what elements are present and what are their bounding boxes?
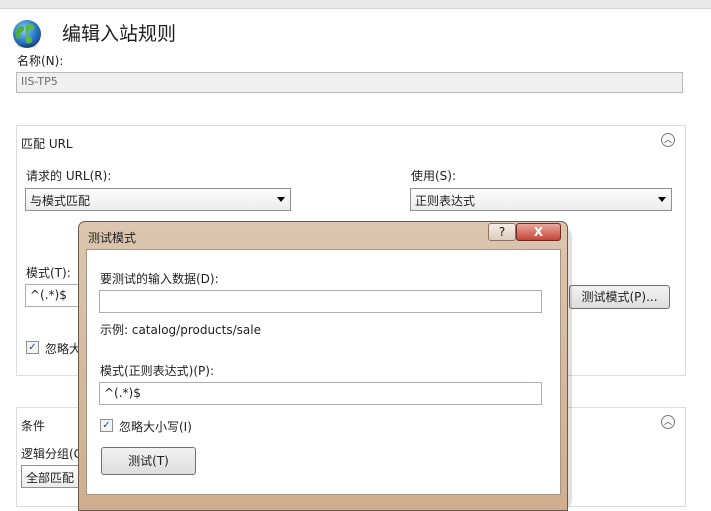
test-input-field[interactable] [99, 290, 542, 313]
collapse-conditions-icon[interactable]: ︿ [661, 415, 675, 429]
logical-group-label: 逻辑分组(G [21, 447, 83, 461]
test-input-label: 要测试的输入数据(D): [100, 272, 219, 286]
globe-icon [12, 19, 42, 49]
dropdown-arrow-icon [277, 197, 285, 202]
collapse-match-url-icon[interactable]: ︿ [661, 133, 675, 147]
help-button[interactable]: ? [488, 223, 516, 241]
dialog-pattern-label: 模式(正则表达式)(P): [100, 364, 215, 378]
dialog-pattern-input[interactable]: ^(.*)$ [99, 382, 542, 405]
using-select[interactable]: 正则表达式 [410, 188, 672, 211]
requested-url-label: 请求的 URL(R): [26, 169, 112, 183]
page-title: 编辑入站规则 [62, 23, 177, 45]
requested-url-select[interactable]: 与模式匹配 [25, 188, 291, 211]
dropdown-arrow-icon [658, 197, 666, 202]
name-label: 名称(N): [17, 54, 64, 68]
example-text: 示例: catalog/products/sale [100, 323, 261, 337]
test-button[interactable]: 测试(T) [101, 447, 196, 475]
window-top-strip [0, 0, 711, 9]
test-pattern-button[interactable]: 测试模式(P)... [569, 285, 670, 309]
dialog-title: 测试模式 [88, 231, 137, 245]
logical-group-value: 全部匹配 [26, 471, 75, 485]
dialog-ignore-case-checkbox[interactable]: ✓ [100, 419, 113, 432]
close-button[interactable]: X [516, 223, 561, 241]
pattern-input[interactable]: ^(.*)$ [25, 284, 85, 307]
requested-url-value: 与模式匹配 [30, 194, 91, 208]
using-value: 正则表达式 [415, 194, 476, 208]
ignore-case-checkbox-behind[interactable]: ✓ [26, 341, 39, 354]
name-field[interactable]: IIS-TP5 [16, 72, 683, 93]
match-url-title: 匹配 URL [21, 137, 73, 151]
using-label: 使用(S): [411, 169, 457, 183]
pattern-label: 模式(T): [26, 266, 71, 280]
ignore-case-label-behind: 忽略大 [45, 342, 82, 356]
dialog-ignore-case-label: 忽略大小写(I) [119, 420, 192, 434]
conditions-title: 条件 [21, 419, 46, 433]
